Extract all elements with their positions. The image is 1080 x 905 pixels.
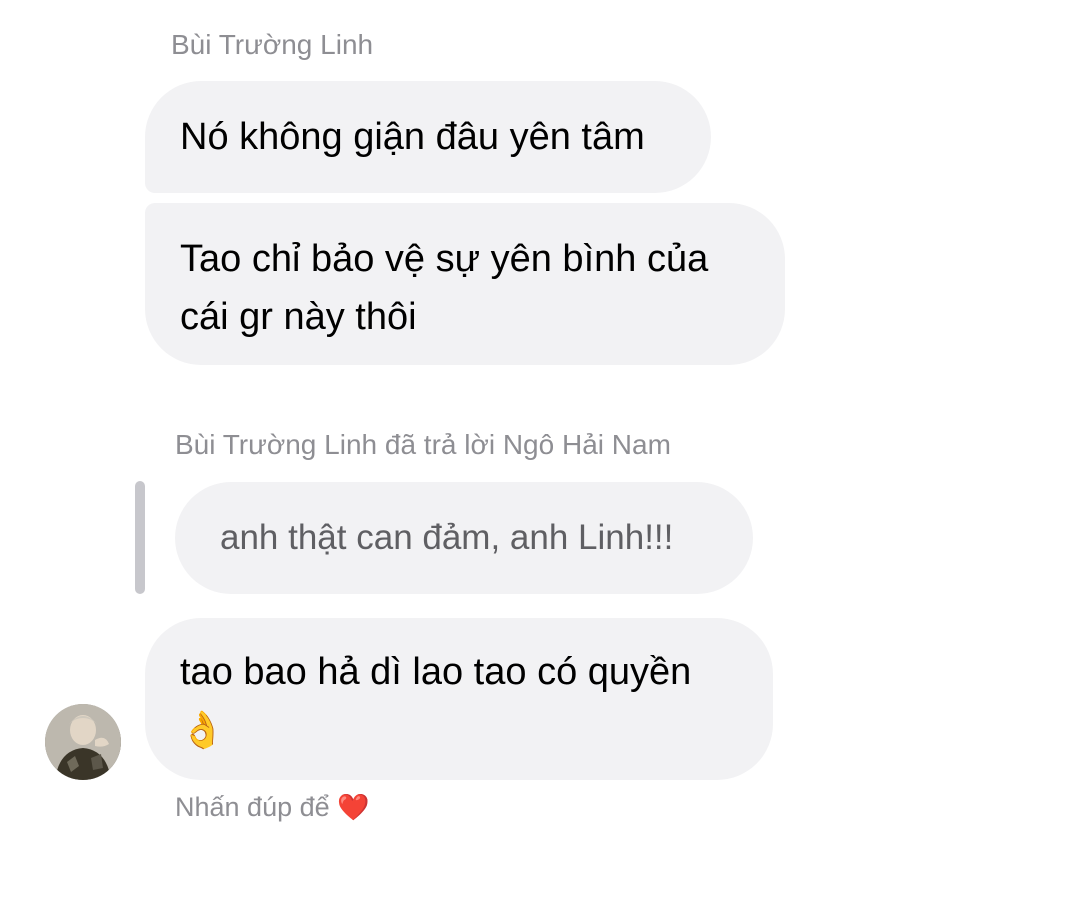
- ok-hand-emoji: 👌: [180, 710, 225, 751]
- message-text: tao bao hả dì lao tao có quyền: [180, 651, 692, 693]
- message-bubble[interactable]: Tao chỉ bảo vệ sự yên bình của cái gr nà…: [145, 203, 785, 365]
- avatar-photo: [45, 704, 121, 780]
- avatar[interactable]: [45, 704, 121, 780]
- hint-text: Nhấn đúp để: [175, 792, 330, 822]
- double-tap-hint: Nhấn đúp để ❤️: [175, 790, 370, 825]
- heart-icon: ❤️: [337, 793, 370, 823]
- message-bubble[interactable]: Nó không giận đâu yên tâm: [145, 81, 711, 193]
- reply-header: Bùi Trường Linh đã trả lời Ngô Hải Nam: [175, 429, 671, 460]
- message-text: Tao chỉ bảo vệ sự yên bình của cái gr nà…: [180, 238, 709, 338]
- message-text: Nó không giận đâu yên tâm: [180, 116, 645, 158]
- reply-message-bubble[interactable]: tao bao hả dì lao tao có quyền 👌: [145, 618, 773, 780]
- quoted-message-bubble[interactable]: anh thật can đảm, anh Linh!!!: [175, 482, 753, 594]
- sender-name: Bùi Trường Linh: [171, 29, 374, 60]
- reply-indicator-bar: [135, 481, 145, 594]
- quoted-message-text: anh thật can đảm, anh Linh!!!: [220, 518, 674, 557]
